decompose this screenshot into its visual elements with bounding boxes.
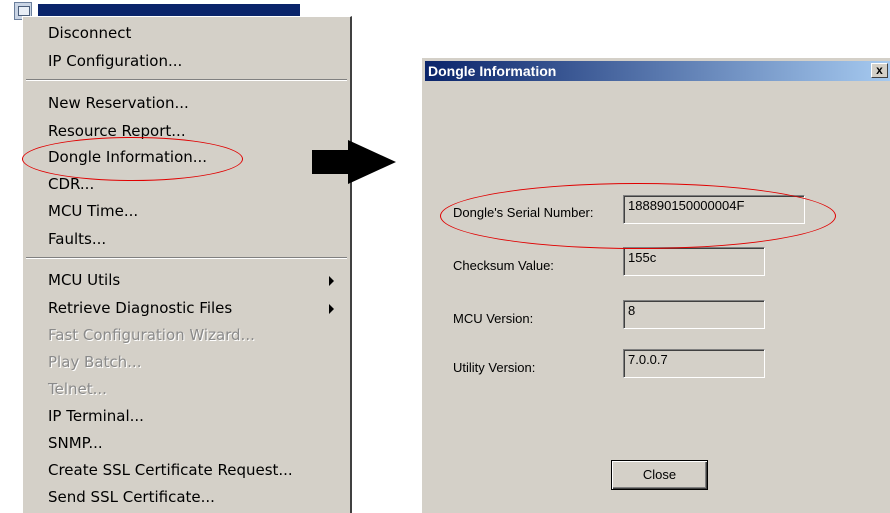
- menu-item-disconnect[interactable]: Disconnect: [48, 21, 131, 45]
- close-icon[interactable]: x: [871, 63, 888, 78]
- close-button[interactable]: Close: [611, 460, 708, 490]
- menu-item-ip-configuration[interactable]: IP Configuration...: [48, 49, 182, 73]
- menu-item-fast-configuration-wizard: Fast Configuration Wizard...: [48, 326, 255, 344]
- dialog-title: Dongle Information: [428, 63, 557, 79]
- mcu-version-field: 8: [623, 300, 765, 329]
- utility-version-field: 7.0.0.7: [623, 349, 765, 378]
- checksum-value-label: Checksum Value:: [453, 258, 554, 273]
- highlight-ellipse-serial: [440, 183, 836, 249]
- menu-item-mcu-time[interactable]: MCU Time...: [48, 199, 138, 223]
- menu-item-mcu-utils[interactable]: MCU Utils: [48, 268, 120, 292]
- utility-version-label: Utility Version:: [453, 360, 536, 375]
- chevron-right-icon: [329, 304, 334, 314]
- mcu-version-label: MCU Version:: [453, 311, 534, 326]
- checksum-value-field: 155c: [623, 247, 765, 276]
- dialog-titlebar: Dongle Information x: [425, 61, 890, 81]
- menu-item-ip-terminal[interactable]: IP Terminal...: [48, 404, 144, 428]
- menu-item-faults[interactable]: Faults...: [48, 227, 106, 251]
- menu-item-snmp[interactable]: SNMP...: [48, 431, 103, 455]
- menu-item-create-ssl-certificate-request[interactable]: Create SSL Certificate Request...: [48, 458, 293, 482]
- menu-separator: [26, 79, 347, 81]
- dongle-information-dialog: Dongle Information x Dongle's Serial Num…: [421, 57, 890, 513]
- menu-item-play-batch: Play Batch...: [48, 353, 142, 371]
- menu-item-send-ssl-certificate[interactable]: Send SSL Certificate...: [48, 485, 215, 509]
- chevron-right-icon: [329, 276, 334, 286]
- arrow-right-icon: [312, 140, 396, 184]
- menu-item-retrieve-diagnostic-files[interactable]: Retrieve Diagnostic Files: [48, 296, 232, 320]
- highlight-ellipse-menu: [22, 137, 243, 181]
- menu-item-telnet: Telnet...: [48, 380, 107, 398]
- menu-item-new-reservation[interactable]: New Reservation...: [48, 91, 189, 115]
- menu-separator: [26, 257, 347, 259]
- context-menu: Disconnect IP Configuration... New Reser…: [22, 16, 352, 513]
